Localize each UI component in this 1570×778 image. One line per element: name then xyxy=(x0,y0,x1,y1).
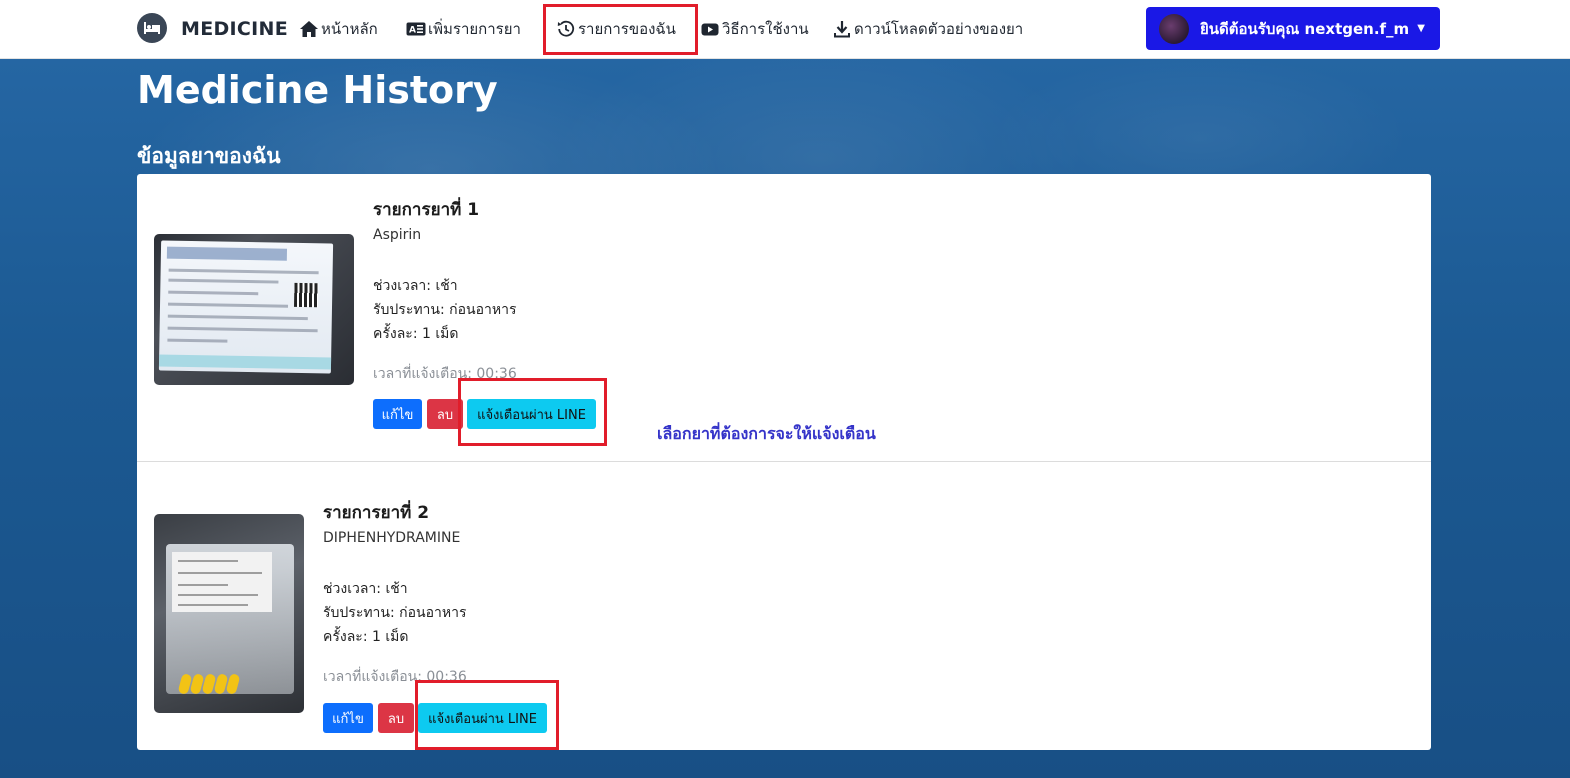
medicine-notify-time: เวลาที่แจ้งเตือน: 00:36 xyxy=(323,669,467,685)
user-menu-button[interactable]: ยินดีต้อนรับคุณ nextgen.f_m ▼ xyxy=(1146,7,1440,50)
medicine-name: Aspirin xyxy=(373,227,422,243)
medicine-item-title: รายการยาที่ 2 xyxy=(323,503,430,523)
line-notify-button[interactable]: แจ้งเตือนผ่าน LINE xyxy=(418,703,547,733)
delete-button[interactable]: ลบ xyxy=(427,399,463,429)
id-card-icon: A xyxy=(406,20,426,38)
medicine-item-title: รายการยาที่ 1 xyxy=(373,200,480,220)
delete-button[interactable]: ลบ xyxy=(378,703,414,733)
top-navbar: MEDICINE หน้าหลัก A เพิ่มรายการยา รายการ… xyxy=(0,0,1570,59)
medicine-image-2 xyxy=(154,514,304,713)
avatar xyxy=(1159,13,1189,44)
bed-icon[interactable] xyxy=(137,13,167,43)
edit-button[interactable]: แก้ไข xyxy=(373,399,422,429)
nav-download-label: ดาวน์โหลดตัวอย่างของยา xyxy=(854,20,1024,38)
medicine-notify-time: เวลาที่แจ้งเตือน: 00:36 xyxy=(373,366,517,382)
user-greeting: ยินดีต้อนรับคุณ nextgen.f_m xyxy=(1200,19,1410,38)
history-icon xyxy=(556,20,576,38)
caret-down-icon: ▼ xyxy=(1417,23,1425,34)
line-notify-button[interactable]: แจ้งเตือนผ่าน LINE xyxy=(467,399,596,429)
medicine-dose: ครั้งละ: 1 เม็ด xyxy=(323,629,409,645)
download-icon xyxy=(832,20,852,38)
nav-how-to[interactable]: วิธีการใช้งาน xyxy=(700,18,809,40)
home-icon xyxy=(299,20,319,38)
medicine-intake: รับประทาน: ก่อนอาหาร xyxy=(323,605,467,621)
medicine-period: ช่วงเวลา: เช้า xyxy=(323,581,408,597)
nav-how-to-label: วิธีการใช้งาน xyxy=(722,20,809,38)
medicine-image-1 xyxy=(154,234,354,385)
page-title: Medicine History xyxy=(137,68,498,112)
nav-add-label: เพิ่มรายการยา xyxy=(428,20,521,38)
edit-button[interactable]: แก้ไข xyxy=(323,703,373,733)
item-divider xyxy=(137,461,1431,462)
nav-add-medicine[interactable]: A เพิ่มรายการยา xyxy=(406,18,521,40)
svg-text:A: A xyxy=(409,26,416,36)
youtube-icon xyxy=(700,20,720,38)
medicine-intake: รับประทาน: ก่อนอาหาร xyxy=(373,302,517,318)
nav-my-list-label: รายการของฉัน xyxy=(578,20,676,38)
nav-home-label: หน้าหลัก xyxy=(321,20,378,38)
brand-name[interactable]: MEDICINE xyxy=(181,18,288,40)
medicine-period: ช่วงเวลา: เช้า xyxy=(373,278,458,294)
nav-home[interactable]: หน้าหลัก xyxy=(299,18,378,40)
annotation-hint: เลือกยาที่ต้องการจะให้แจ้งเตือน xyxy=(657,424,876,443)
medicine-dose: ครั้งละ: 1 เม็ด xyxy=(373,326,459,342)
nav-my-list[interactable]: รายการของฉัน xyxy=(556,18,676,40)
section-title: ข้อมูลยาของฉัน xyxy=(137,144,281,168)
medicine-name: DIPHENHYDRAMINE xyxy=(323,530,461,546)
medicine-list-card: รายการยาที่ 1 Aspirin ช่วงเวลา: เช้า รับ… xyxy=(137,174,1431,750)
nav-download[interactable]: ดาวน์โหลดตัวอย่างของยา xyxy=(832,18,1023,40)
